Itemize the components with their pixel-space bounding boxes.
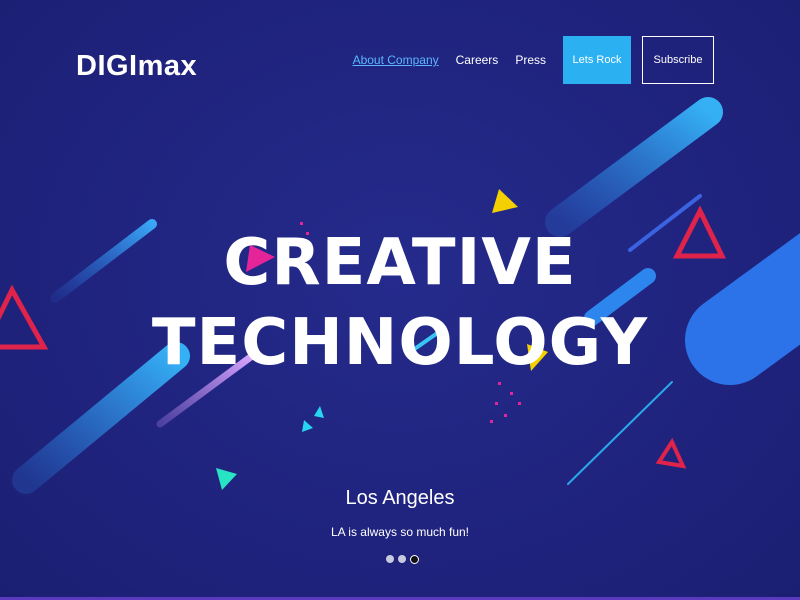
slide-title: Los Angeles bbox=[345, 487, 455, 509]
lets-rock-button[interactable]: Lets Rock bbox=[563, 36, 631, 84]
nav-link-careers[interactable]: Careers bbox=[456, 53, 499, 67]
confetti bbox=[490, 420, 493, 423]
confetti bbox=[504, 414, 507, 417]
confetti bbox=[495, 402, 498, 405]
subscribe-button[interactable]: Subscribe bbox=[642, 36, 714, 84]
hero-section: DIGImax About Company Careers Press Lets… bbox=[0, 0, 800, 600]
headline-line-2: TECHNOLOGY bbox=[151, 306, 649, 380]
main-navigation: About Company Careers Press Lets Rock Su… bbox=[353, 36, 714, 84]
confetti bbox=[518, 402, 521, 405]
nav-link-press[interactable]: Press bbox=[515, 53, 546, 67]
hero-decoration bbox=[0, 97, 800, 494]
carousel-pagination bbox=[386, 555, 423, 564]
triangle-solid bbox=[314, 406, 324, 418]
carousel-dot-3[interactable] bbox=[410, 555, 419, 564]
triangle-solid bbox=[302, 420, 313, 432]
triangle-outline bbox=[655, 437, 687, 469]
brand-logo[interactable]: DIGImax bbox=[76, 50, 197, 83]
slide-caption: LA is always so much fun! bbox=[330, 525, 470, 539]
nav-link-about-company[interactable]: About Company bbox=[353, 53, 439, 67]
confetti bbox=[300, 222, 303, 225]
headline-line-1: CREATIVE bbox=[223, 226, 577, 300]
confetti bbox=[498, 382, 501, 385]
streak bbox=[567, 381, 673, 485]
carousel-dot-2[interactable] bbox=[398, 555, 406, 563]
triangle-solid bbox=[492, 189, 518, 213]
confetti bbox=[510, 392, 513, 395]
carousel-dot-1[interactable] bbox=[386, 555, 394, 563]
